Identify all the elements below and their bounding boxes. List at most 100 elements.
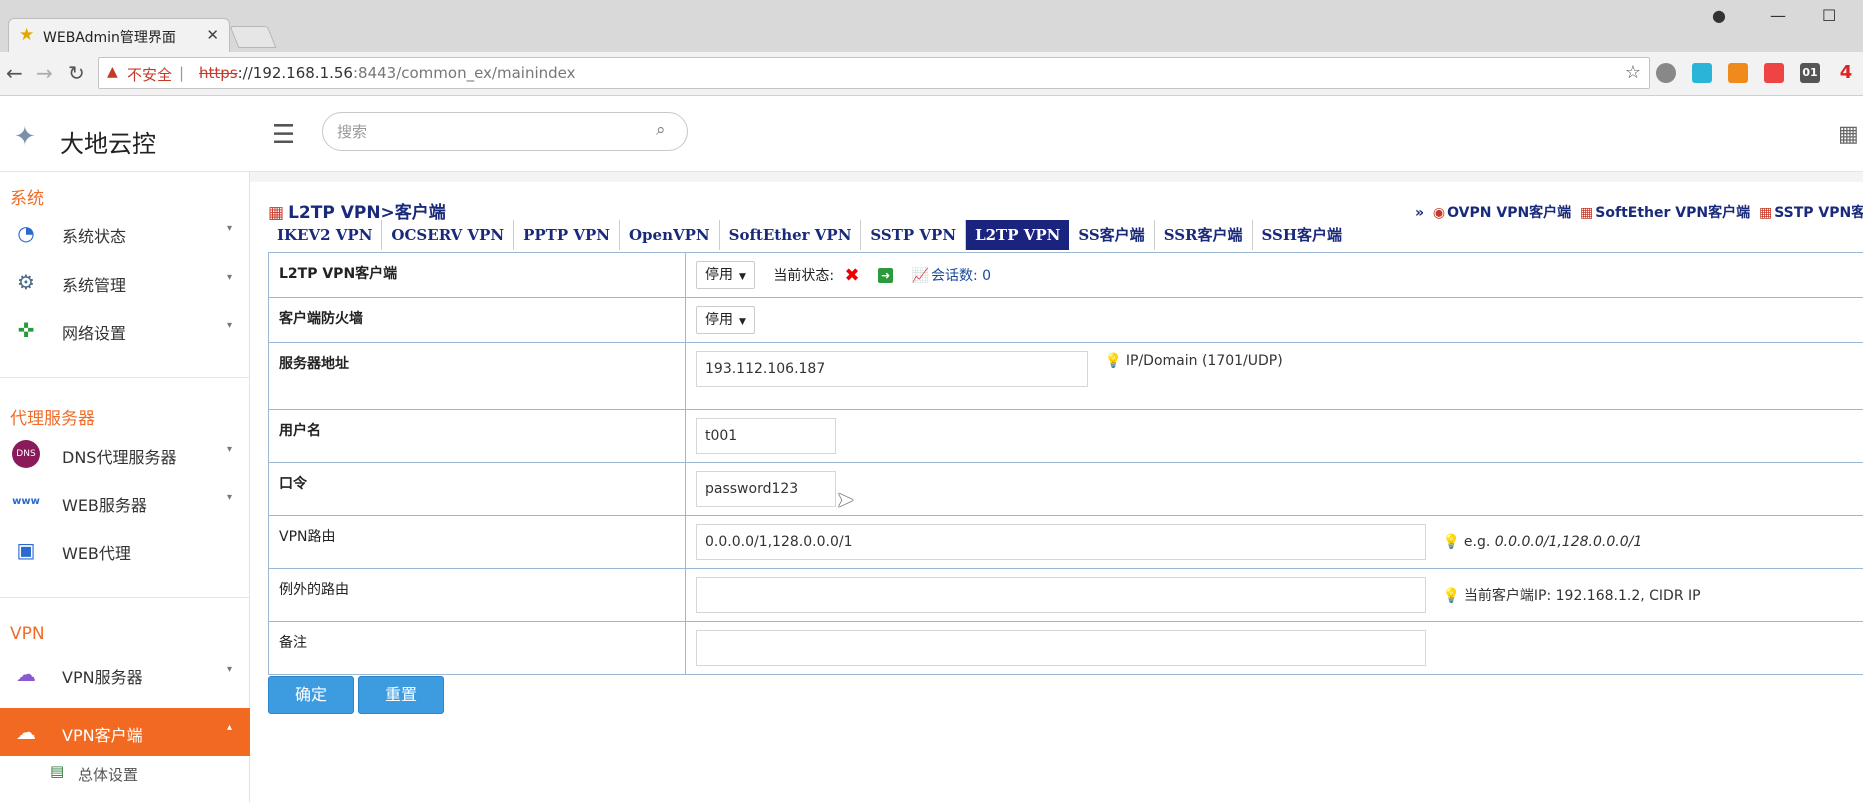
sidebar-item-dns-proxy[interactable]: DNS DNS代理服务器 ▾ [0, 430, 250, 478]
apps-grid-icon[interactable]: ▦ [1838, 122, 1859, 147]
web-proxy-icon: ▣ [16, 538, 36, 562]
except-hint: 💡 当前客户端IP: 192.168.1.2, CIDR IP [1442, 588, 1701, 604]
chevron-down-icon: ▾ [226, 664, 232, 675]
sidebar-divider [0, 377, 250, 378]
brand-title: 大地云控 [60, 130, 156, 158]
confirm-button[interactable]: 确定 [268, 676, 354, 714]
related-links: » ◉ OVPN VPN客户端 ▦ SoftEther VPN客户端 ▦ SSTP V… [1415, 202, 1863, 222]
forward-arrow-icon[interactable]: → [36, 60, 53, 86]
username-label: 用户名 [268, 409, 686, 463]
chevron-up-icon: ▴ [226, 722, 232, 733]
search-input[interactable] [322, 112, 688, 151]
firewall-label: 客户端防火墙 [268, 297, 686, 343]
browser-titlebar [0, 0, 1863, 52]
tab-ssr-client[interactable]: SSR客户端 [1155, 220, 1253, 250]
except-route-input[interactable] [696, 577, 1426, 613]
sidebar-item-system-status[interactable]: ◔ 系统状态 ▾ [0, 209, 250, 257]
lightbulb-icon: 💡 [1442, 588, 1460, 604]
sidebar-item-label: WEB服务器 [62, 496, 147, 515]
url-text: https://192.168.1.56:8443/common_ex/main… [199, 64, 576, 82]
sidebar: 系统 ◔ 系统状态 ▾ ⚙ 系统管理 ▾ ✜ 网络设置 ▾ 代理服务器 DNS … [0, 172, 250, 802]
star-favicon-icon: ★ [19, 25, 35, 45]
tab-l2tp[interactable]: L2TP VPN [966, 220, 1070, 250]
sidebar-item-web-server[interactable]: www WEB服务器 ▾ [0, 478, 250, 526]
softether-icon: ▦ [1580, 205, 1594, 221]
menu-toggle-icon[interactable]: ☰ [272, 122, 295, 148]
firewall-select[interactable]: 停用 ▼ [696, 306, 755, 334]
tab-ikev2[interactable]: IKEV2 VPN [268, 220, 383, 250]
server-address-input[interactable]: 193.112.106.187 [696, 351, 1088, 387]
vpn-route-input[interactable]: 0.0.0.0/1,128.0.0.0/1 [696, 524, 1426, 560]
lightbulb-icon: 💡 [1442, 534, 1460, 550]
reset-button[interactable]: 重置 [358, 676, 444, 714]
extension-circle-icon[interactable] [1656, 63, 1676, 83]
link-ovpn-client[interactable]: ◉ OVPN VPN客户端 [1433, 205, 1571, 221]
extension-01-icon[interactable]: 01 [1800, 63, 1820, 83]
logo-icon: ✦ [14, 122, 36, 152]
extension-badge[interactable]: 4 [1836, 63, 1856, 83]
sidebar-item-label: 网络设置 [62, 324, 127, 343]
extension-color-icon[interactable] [1764, 63, 1784, 83]
tab-ssh-client[interactable]: SSH客户端 [1253, 220, 1352, 250]
tab-ss-client[interactable]: SS客户端 [1069, 220, 1155, 250]
chart-icon: 📈 [911, 268, 929, 284]
route-hint: 💡 e.g. 0.0.0.0/1,128.0.0.0/1 [1442, 534, 1643, 550]
l2tp-form-table: L2TP VPN客户端 停用 ▼ 当前状态: ✖ ➜ 📈 会话数: 0 客户端防火墙… [268, 252, 1863, 675]
sidebar-item-label: DNS代理服务器 [62, 448, 177, 467]
chevron-down-icon: ▾ [226, 272, 232, 283]
section-title-vpn: VPN [10, 624, 45, 644]
sidebar-item-system-manage[interactable]: ⚙ 系统管理 ▾ [0, 258, 250, 306]
tab-openvpn[interactable]: OpenVPN [620, 220, 720, 250]
vpn-tabs: IKEV2 VPN OCSERV VPN PPTP VPN OpenVPN SoftEt… [268, 220, 1351, 252]
sidebar-item-vpn-server[interactable]: ☁ VPN服务器 ▾ [0, 650, 250, 698]
vpn-route-label: VPN路由 [268, 515, 686, 569]
warning-icon: ▲ [107, 64, 118, 80]
client-label: L2TP VPN客户端 [268, 252, 686, 298]
tab-pptp[interactable]: PPTP VPN [514, 220, 620, 250]
sidebar-item-network[interactable]: ✜ 网络设置 ▾ [0, 306, 250, 354]
tab-ocserv[interactable]: OCSERV VPN [382, 220, 515, 250]
settings-monitor-icon: ▤ [50, 762, 65, 780]
network-icon: ✜ [17, 318, 35, 342]
profile-icon[interactable]: ● [1712, 6, 1726, 25]
reload-icon[interactable]: ↻ [68, 60, 85, 86]
back-arrow-icon[interactable]: ← [6, 60, 23, 86]
sidebar-item-label: WEB代理 [62, 544, 131, 563]
client-enable-select[interactable]: 停用 ▼ [696, 261, 755, 289]
sstp-icon: ▦ [1758, 205, 1773, 221]
tab-softether[interactable]: SoftEther VPN [720, 220, 862, 250]
bookmark-star-icon[interactable]: ☆ [1625, 62, 1641, 83]
www-icon: www [12, 496, 40, 507]
chevron-down-icon: ▼ [739, 272, 746, 282]
note-input[interactable] [696, 630, 1426, 666]
password-input[interactable]: password123 [696, 471, 836, 507]
extension-grid-icon[interactable] [1692, 63, 1712, 83]
chevron-down-icon: ▾ [226, 320, 232, 331]
maximize-icon[interactable]: ☐ [1822, 6, 1836, 25]
connect-arrow-icon[interactable]: ➜ [878, 267, 894, 283]
insecure-label: 不安全 [127, 66, 173, 84]
browser-tab-active[interactable]: ★ WEBAdmin管理界面 ✕ [8, 18, 230, 52]
chevron-down-icon: ▾ [226, 223, 232, 234]
status-stopped-icon: ✖ [844, 264, 860, 286]
address-bar[interactable]: ▲ 不安全 | https://192.168.1.56:8443/common… [98, 57, 1650, 89]
mouse-cursor-icon: ➤ [836, 488, 855, 513]
sidebar-item-web-proxy[interactable]: ▣ WEB代理 [0, 526, 250, 574]
browser-tab-title: WEBAdmin管理界面 [43, 30, 176, 46]
note-label: 备注 [268, 621, 686, 675]
username-input[interactable]: t001 [696, 418, 836, 454]
sidebar-subitem-general[interactable]: ▤ 总体设置 [50, 758, 250, 788]
tab-sstp[interactable]: SSTP VPN [861, 220, 967, 250]
sidebar-item-vpn-client[interactable]: ☁ VPN客户端 ▴ [0, 708, 250, 756]
sidebar-item-label: VPN客户端 [62, 726, 143, 745]
except-route-label: 例外的路由 [268, 568, 686, 622]
close-tab-icon[interactable]: ✕ [206, 26, 219, 44]
search-icon[interactable]: ⌕ [656, 120, 666, 140]
sidebar-subitem-label: 总体设置 [78, 766, 139, 784]
sessions-link[interactable]: 📈 会话数: 0 [912, 265, 992, 285]
link-sstp-client[interactable]: ▦SSTP VPN客户端 [1759, 205, 1863, 221]
minimize-icon[interactable]: — [1770, 6, 1786, 25]
sidebar-item-label: 系统状态 [62, 227, 127, 246]
link-softether-client[interactable]: ▦ SoftEther VPN客户端 [1580, 205, 1750, 221]
extension-face-icon[interactable] [1728, 63, 1748, 83]
